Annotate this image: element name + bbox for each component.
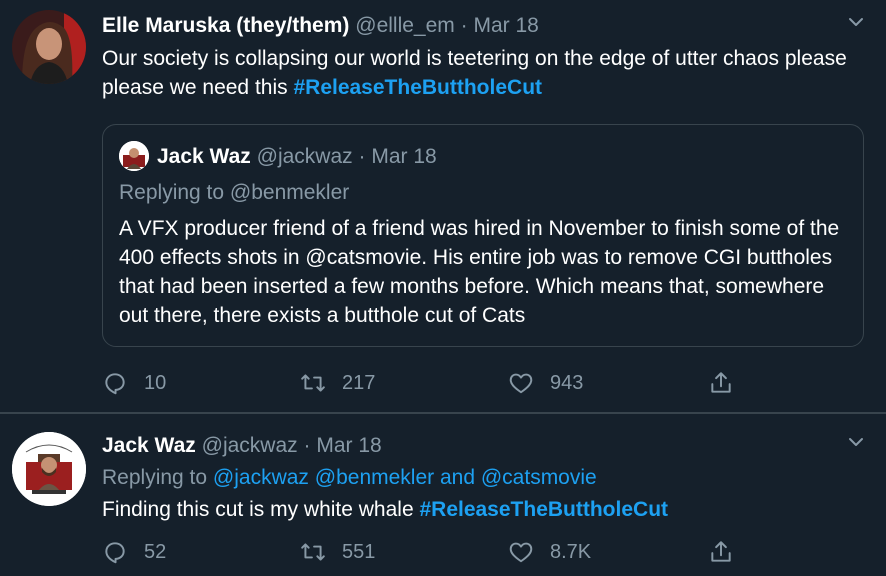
hashtag-link[interactable]: #ReleaseTheButtholeCut [293,76,542,99]
reply-count: 52 [144,540,167,563]
retweet-count: 551 [342,540,376,563]
quoted-avatar[interactable] [119,141,149,171]
reply-icon [105,373,125,395]
retweet-button[interactable]: 217 [300,368,375,398]
replying-prefix: Replying to [119,181,230,204]
quoted-author-name[interactable]: Jack Waz [157,145,251,168]
mention-link[interactable]: @benmekler [315,466,434,489]
like-button[interactable]: 943 [508,368,583,398]
tweet[interactable]: Jack Waz @jackwaz · Mar 18 Replying to @… [0,414,886,576]
chevron-down-icon[interactable] [846,432,866,452]
quoted-replying-to: Replying to @benmekler [119,179,349,207]
tweet-header: Jack Waz @jackwaz · Mar 18 [102,432,382,460]
author-name[interactable]: Elle Maruska (they/them) [102,14,349,37]
reply-icon [105,542,125,564]
quoted-text: A VFX producer friend of a friend was hi… [119,214,849,330]
like-icon [509,542,533,563]
hashtag-link[interactable]: #ReleaseTheButtholeCut [419,498,668,521]
like-icon [509,373,533,394]
share-icon [711,541,731,562]
mention-link[interactable]: @catsmovie [481,466,597,489]
share-icon [711,372,731,393]
reply-button[interactable]: 52 [102,537,166,567]
share-button[interactable] [708,368,750,398]
tweet-date[interactable]: Mar 18 [316,434,381,457]
like-count: 8.7K [550,540,592,563]
quoted-tweet[interactable]: Jack Waz @jackwaz · Mar 18 Replying to @… [102,124,864,347]
author-name[interactable]: Jack Waz [102,434,196,457]
quoted-header: Jack Waz @jackwaz · Mar 18 [157,143,437,171]
reply-count: 10 [144,371,167,394]
author-handle[interactable]: @ellle_em [355,14,455,37]
dot-separator: · [460,14,468,37]
tweet-text: Our society is collapsing our world is t… [102,44,862,102]
reply-button[interactable]: 10 [102,368,166,398]
avatar[interactable] [12,10,86,84]
avatar[interactable] [12,432,86,506]
dot-separator: · [303,434,311,457]
replying-prefix: Replying to [102,466,213,489]
author-handle[interactable]: @jackwaz [202,434,298,457]
tweet[interactable]: Elle Maruska (they/them) @ellle_em · Mar… [0,0,886,412]
retweet-count: 217 [342,371,376,394]
retweet-icon [301,374,325,392]
mention-link[interactable]: @jackwaz [213,466,309,489]
quoted-handle[interactable]: @jackwaz [257,145,353,168]
retweet-button[interactable]: 551 [300,537,375,567]
replying-and: and [434,466,481,489]
tweet-text: Finding this cut is my white whale #Rele… [102,495,862,524]
tweet-header: Elle Maruska (they/them) @ellle_em · Mar… [102,12,539,40]
replying-to: Replying to @jackwaz @benmekler and @cat… [102,464,597,492]
quoted-date[interactable]: Mar 18 [371,145,436,168]
replying-mention: @benmekler [229,181,350,204]
like-count: 943 [550,371,584,394]
tweet-text-content: Finding this cut is my white whale [102,498,420,521]
tweet-actions: 52 551 8.7K [102,537,862,567]
like-button[interactable]: 8.7K [508,537,591,567]
quoted-mention: @catsmovie [305,246,422,269]
dot-separator: · [358,145,366,168]
share-button[interactable] [708,537,750,567]
chevron-down-icon[interactable] [846,12,866,32]
retweet-icon [301,543,325,561]
tweet-actions: 10 217 943 [102,368,862,398]
tweet-date[interactable]: Mar 18 [473,14,538,37]
